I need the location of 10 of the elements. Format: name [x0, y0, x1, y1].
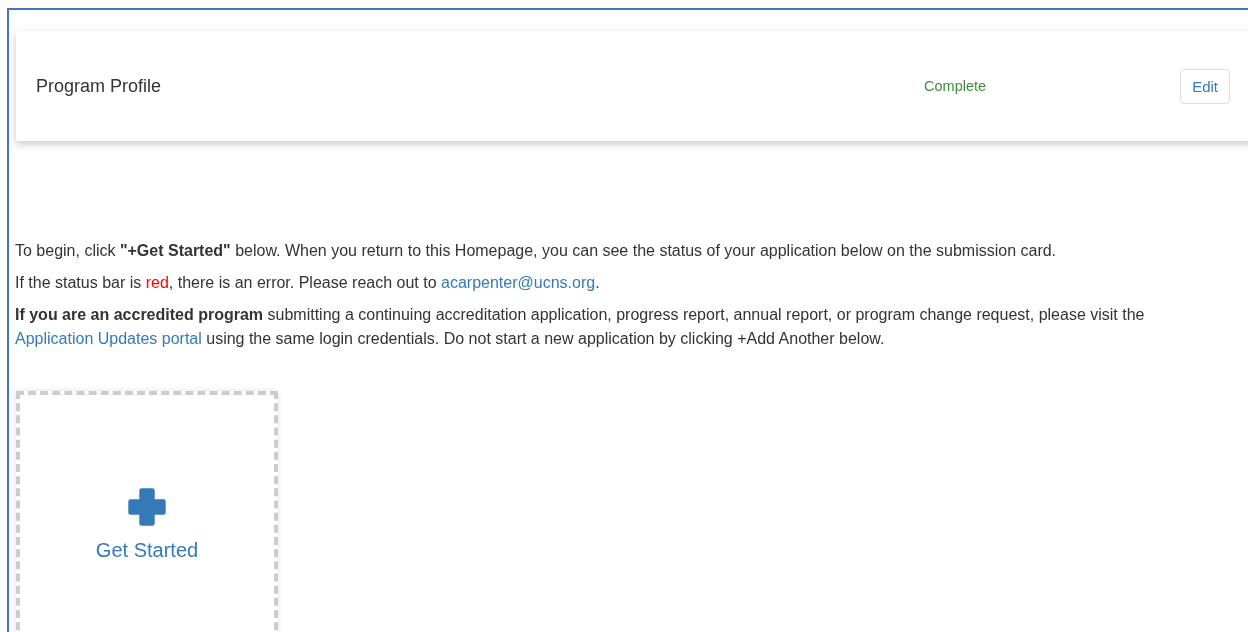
status-text: Complete: [924, 78, 987, 94]
instruction-text: If you are an accredited program submitting a continuing accreditation application, progress report, annual report, or program change request, please visit the Application Updates portal using the same login credentials. Do not start a new application by clicking +Add Another below.: [15, 305, 1146, 349]
plus-icon: [125, 485, 169, 529]
text-link[interactable]: acarpenter@ucns.org: [441, 274, 596, 291]
text-link[interactable]: Application Updates portal: [15, 330, 202, 347]
edit-button[interactable]: Edit: [1180, 68, 1230, 104]
get-started-card[interactable]: Get Started: [16, 391, 278, 632]
card-title: Program Profile: [36, 75, 163, 97]
instruction-text: If the status bar is red, there is an error. Please reach out to acarpenter@ucns.org.: [15, 273, 601, 293]
instruction-text: To begin, click "+Get Started" below. When you return to this Homepage, you can see the status of your application below on the submission card.: [15, 241, 1058, 261]
